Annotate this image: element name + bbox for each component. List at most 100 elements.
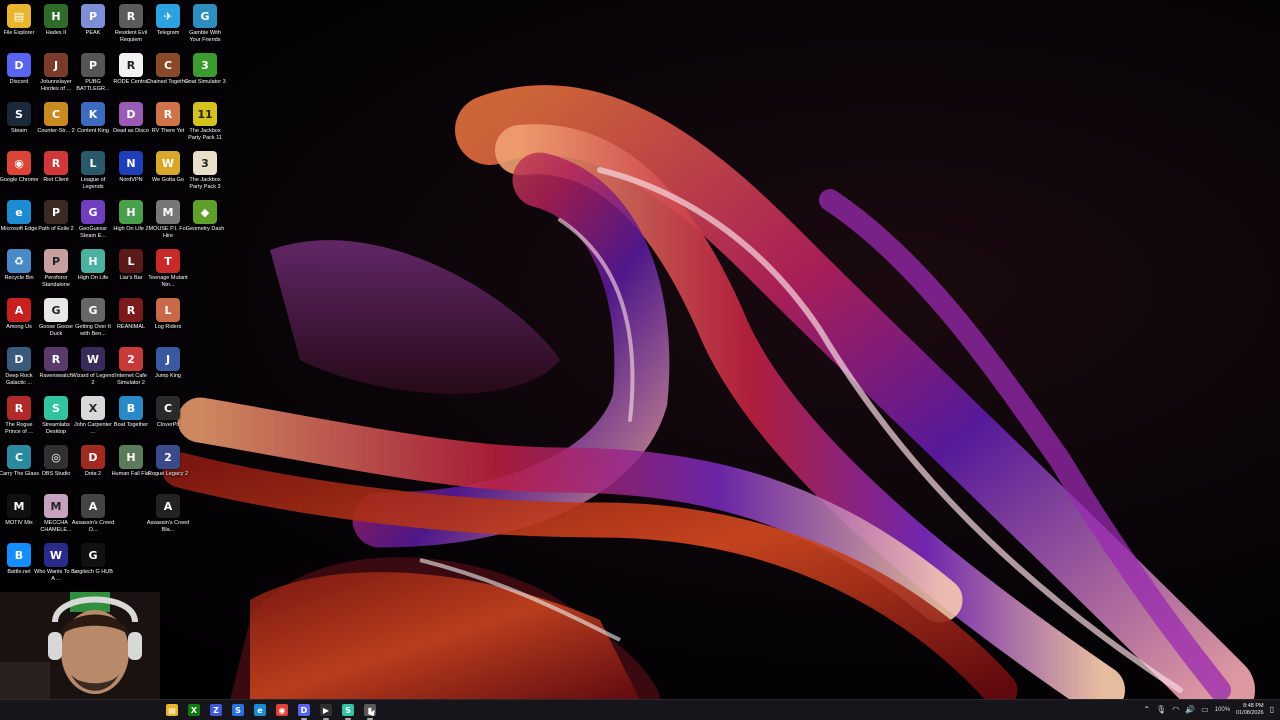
desktop-icon-boat-together[interactable]: B Boat Together	[112, 396, 150, 444]
desktop-icon-cloverpit[interactable]: C CloverPit	[149, 396, 187, 444]
desktop-icon-pubg[interactable]: P PUBG BATTLEGR...	[74, 53, 112, 101]
desktop-icon-riot-client[interactable]: R Riot Client	[37, 151, 75, 199]
desktop-icon-internet-cafe[interactable]: 2 Internet Cafe Simulator 2	[112, 347, 150, 395]
desktop-icon-among-us[interactable]: A Among Us	[0, 298, 38, 346]
desktop-icon-rogue-prince[interactable]: R The Rogue Prince of ...	[0, 396, 38, 444]
taskbar-discord-button[interactable]: D	[296, 702, 312, 720]
desktop-icon-dota-2[interactable]: D Dota 2	[74, 445, 112, 493]
desktop-icon-peak[interactable]: P PEAK	[74, 4, 112, 52]
getting-over-it-icon: G	[81, 298, 105, 322]
resident-evil-icon: R	[119, 4, 143, 28]
recycle-bin-icon: ♻	[7, 249, 31, 273]
mouse-pi-icon: M	[156, 200, 180, 224]
show-hidden-icons-chevron-icon[interactable]: ⌃	[1143, 706, 1150, 714]
desktop-icon-wizard-of-legend[interactable]: W Wizard of Legend 2	[71, 347, 115, 395]
desktop-icon-gamble[interactable]: G Gamble With Your Friends	[186, 4, 224, 52]
wifi-icon[interactable]: ◠	[1172, 706, 1179, 714]
desktop-icon-carry-the-glass[interactable]: C Carry The Glass	[0, 445, 39, 493]
desktop-icon-meccha-chameleon[interactable]: M MECCHA CHAMELE...	[37, 494, 75, 542]
desktop-icon-reanimal[interactable]: R REANIMAL	[112, 298, 150, 346]
desktop-icon-geometry-dash[interactable]: ◆ Geometry Dash	[186, 200, 224, 248]
desktop-icon-resident-evil[interactable]: R Resident Evil Requiem	[112, 4, 150, 52]
desktop-icon-mouse-pi[interactable]: M MOUSE P.I. For Hire	[148, 200, 188, 248]
desktop-icon-assassins-creed-odyssey[interactable]: A Assassin's Creed O...	[72, 494, 114, 542]
log-riders-icon: L	[156, 298, 180, 322]
desktop-icon-high-on-life-2[interactable]: H High On Life 2	[112, 200, 150, 248]
desktop-icon-geoguessr[interactable]: G GeoGuessr Steam E...	[74, 200, 112, 248]
desktop-icon-obs[interactable]: ◎ OBS Studio	[37, 445, 75, 493]
desktop-icon-peroforor[interactable]: P Peroforor Standalone	[37, 249, 75, 297]
desktop-icon-nordvpn[interactable]: N NordVPN	[112, 151, 150, 199]
desktop-icon-liars-bar[interactable]: L Liar's Bar	[112, 249, 150, 297]
desktop-icon-chained-together[interactable]: C Chained Together	[146, 53, 190, 101]
desktop-icon-rode[interactable]: R RODE Central	[112, 53, 150, 101]
desktop-icon-jackbox-3[interactable]: 3 The Jackbox Party Pack 3	[186, 151, 224, 199]
boat-together-icon: B	[119, 396, 143, 420]
desktop-icon-jotunnslayer[interactable]: J Jotunnslayer Hordes of ...	[37, 53, 75, 101]
desktop: ▤ File Explorer H Hades II P PEAK R Resident Ev…	[0, 0, 1280, 720]
desktop-icon-folder[interactable]: ▤ File Explorer	[0, 4, 38, 52]
desktop-icon-john-carpenter[interactable]: X John Carpenter ...	[74, 396, 112, 444]
desktop-icon-high-on-life[interactable]: H High On Life	[74, 249, 112, 297]
ravenswatch-icon: R	[44, 347, 68, 371]
desktop-icon-hades[interactable]: H Hades II	[37, 4, 75, 52]
streamer-webcam-image	[0, 592, 160, 702]
xbox-icon: X	[188, 704, 200, 716]
desktop-icon-counter-strike[interactable]: C Counter-Str... 2	[37, 102, 75, 150]
cloverpit-icon: C	[156, 396, 180, 420]
taskbar-visual-studio-button[interactable]: Z	[208, 702, 224, 718]
taskbar-file-explorer-button[interactable]: ▤	[164, 702, 180, 718]
desktop-icon-recycle-bin[interactable]: ♻ Recycle Bin	[0, 249, 38, 297]
desktop-icon-discord[interactable]: D Discord	[0, 53, 38, 101]
desktop-icon-dead-as-disco[interactable]: D Dead as Disco	[112, 102, 150, 150]
internet-cafe-icon: 2	[119, 347, 143, 371]
counter-strike-icon: C	[44, 102, 68, 126]
desktop-icon-rogue-legacy[interactable]: 2 Rogue Legacy 2	[148, 445, 188, 493]
taskbar-streamlabs-desktop-button[interactable]: S	[340, 702, 356, 720]
desktop-icon-jackbox-11[interactable]: 11 The Jackbox Party Pack 11	[186, 102, 224, 150]
desktop-icon-ravenswatch[interactable]: R Ravenswatch	[37, 347, 75, 395]
desktop-icon-we-gotta-go[interactable]: W We Gotta Go	[149, 151, 187, 199]
taskbar-edge-button[interactable]: e	[252, 702, 268, 718]
volume-icon[interactable]: 🔊	[1185, 706, 1195, 714]
desktop-icon-telegram[interactable]: ✈ Telegram	[149, 4, 187, 52]
desktop-icon-steam[interactable]: S Steam	[0, 102, 38, 150]
geometry-dash-icon: ◆	[193, 200, 217, 224]
desktop-icon-path-of-exile[interactable]: P Path of Exile 2	[37, 200, 75, 248]
notification-icon[interactable]: ▯	[1270, 706, 1274, 714]
taskbar-chrome-button[interactable]: ◉	[274, 702, 290, 718]
desktop-icon-edge[interactable]: e Microsoft Edge	[0, 200, 38, 248]
desktop-icon-goat-simulator[interactable]: 3 Goat Simulator 3	[184, 53, 226, 101]
edge-icon: e	[254, 704, 266, 716]
desktop-icon-human-fall-flat[interactable]: H Human Fall Flat	[112, 445, 150, 493]
chrome-icon: ◉	[7, 151, 31, 175]
desktop-icon-getting-over-it[interactable]: G Getting Over It with Ben...	[74, 298, 112, 346]
desktop-icon-content-king[interactable]: K Content King	[74, 102, 112, 150]
desktop-icon-motiv-mix[interactable]: M MOTIV Mix	[0, 494, 38, 542]
assassins-creed-odyssey-icon: A	[81, 494, 105, 518]
system-tray: ⌃ 🎙 ◠ 🔊 ▭ 100% 8:48 PM 01/08/2026 ▯	[1143, 700, 1274, 720]
microphone-icon[interactable]: 🎙	[1156, 706, 1166, 714]
desktop-icon-logitech[interactable]: G Logitech G HUB	[73, 543, 113, 591]
desktop-icon-battlenet[interactable]: B Battle.net	[0, 543, 38, 591]
desktop-icon-label: Assassin's Creed Bla...	[146, 520, 190, 533]
desktop-icon-log-riders[interactable]: L Log Riders	[149, 298, 187, 346]
path-of-exile-icon: P	[44, 200, 68, 224]
desktop-icon-jump-king[interactable]: J Jump King	[149, 347, 187, 395]
desktop-icon-tmnt[interactable]: T Teenage Mutant Nin...	[148, 249, 188, 297]
desktop-icon-league[interactable]: L League of Legends	[74, 151, 112, 199]
human-fall-flat-icon: H	[119, 445, 143, 469]
desktop-icon-streamlabs[interactable]: S Streamlabs Desktop	[37, 396, 75, 444]
taskbar-xbox-button[interactable]: X	[186, 702, 202, 718]
desktop-icon-assassins-creed-black-flag[interactable]: A Assassin's Creed Bla...	[146, 494, 190, 542]
desktop-icon-rv-there-yet[interactable]: R RV There Yet	[149, 102, 187, 150]
desktop-icon-deep-rock[interactable]: D Deep Rock Galactic ...	[0, 347, 38, 395]
desktop-icon-who-wants[interactable]: W Who Wants To Be A ...	[34, 543, 78, 591]
league-icon: L	[81, 151, 105, 175]
battery-icon[interactable]: ▭	[1201, 706, 1209, 714]
desktop-icon-goose-goose-duck[interactable]: G Goose Goose Duck	[37, 298, 75, 346]
taskbar-obs-button[interactable]: ▶	[318, 702, 334, 720]
taskbar-streamlabs-button[interactable]: S	[230, 702, 246, 718]
desktop-icon-chrome[interactable]: ◉ Google Chrome	[0, 151, 38, 199]
clock[interactable]: 8:48 PM 01/08/2026	[1236, 703, 1264, 717]
